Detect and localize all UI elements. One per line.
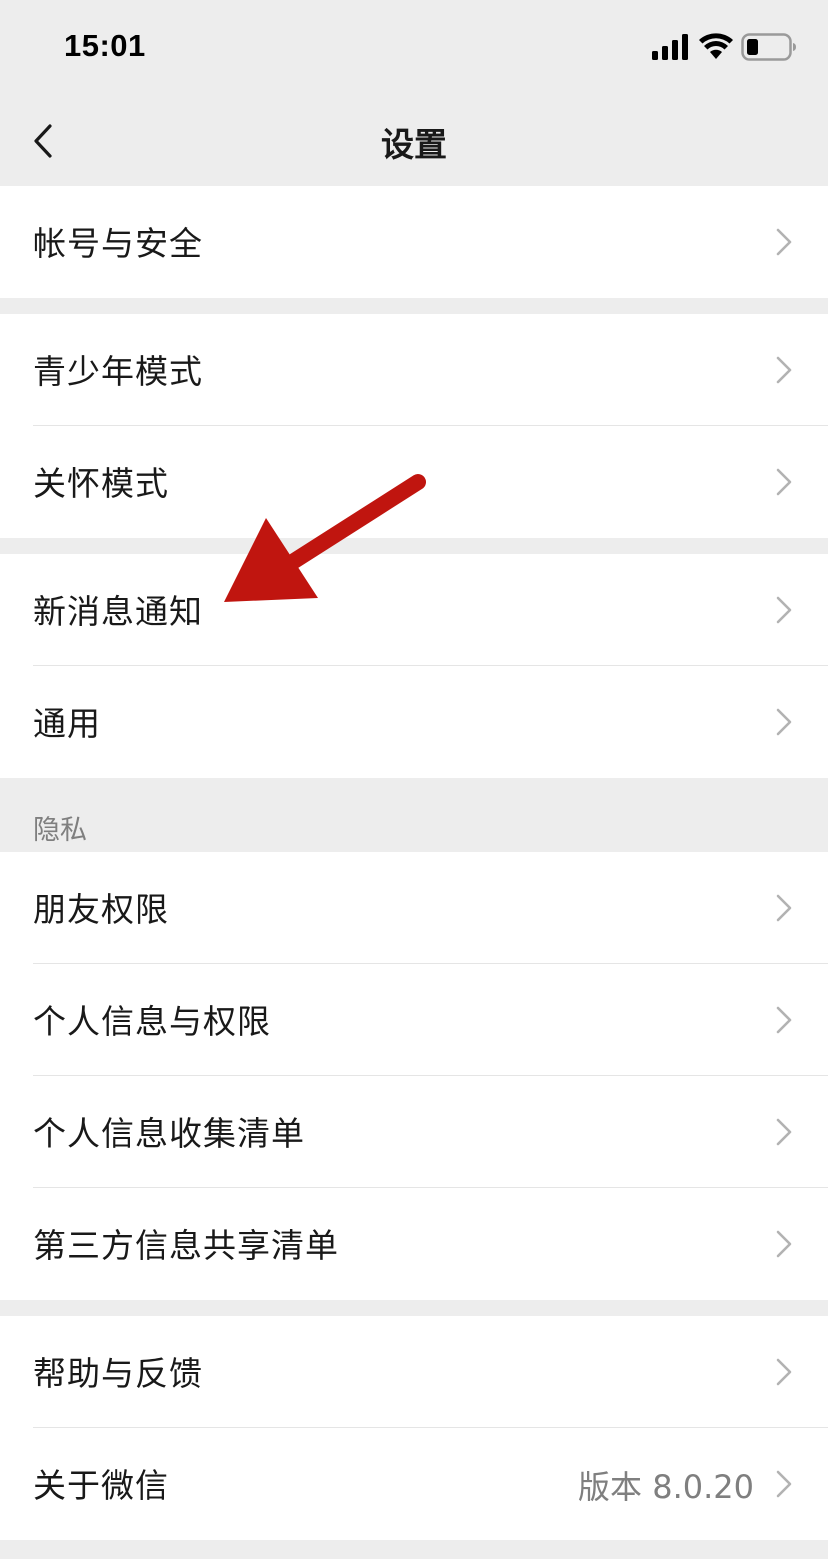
settings-item-new-message-notifications[interactable]: 新消息通知 [0, 554, 828, 666]
settings-item-label: 青少年模式 [33, 352, 203, 391]
settings-item-about-wechat[interactable]: 关于微信 版本 8.0.20 [0, 1428, 828, 1540]
settings-item-personal-info-permissions[interactable]: 个人信息与权限 [0, 964, 828, 1076]
chevron-right-icon [776, 468, 792, 496]
version-value: 版本 8.0.20 [578, 1468, 754, 1506]
navigation-bar: 设置 [0, 96, 828, 186]
settings-item-friend-permissions[interactable]: 朋友权限 [0, 852, 828, 964]
settings-group-modes: 青少年模式 关怀模式 [0, 314, 828, 538]
settings-item-label: 新消息通知 [33, 592, 203, 631]
chevron-right-icon [776, 708, 792, 736]
chevron-right-icon [776, 1358, 792, 1386]
section-header-privacy: 隐私 [33, 815, 87, 846]
settings-screen: 15:01 设置 帐号与安全 青少年模式 关怀模式 新消息通知 通用 隐私 朋友… [0, 0, 828, 1559]
chevron-right-icon [776, 1118, 792, 1146]
chevron-right-icon [776, 1230, 792, 1258]
settings-item-label: 朋友权限 [33, 890, 169, 929]
status-bar: 15:01 [0, 0, 828, 96]
battery-icon [741, 33, 797, 61]
settings-group-general: 新消息通知 通用 [0, 554, 828, 778]
settings-item-care-mode[interactable]: 关怀模式 [0, 426, 828, 538]
settings-item-label: 帐号与安全 [33, 224, 203, 263]
settings-group-account: 帐号与安全 [0, 186, 828, 298]
wifi-icon [699, 33, 733, 59]
chevron-right-icon [776, 894, 792, 922]
settings-item-teen-mode[interactable]: 青少年模式 [0, 314, 828, 426]
chevron-right-icon [776, 356, 792, 384]
settings-item-label: 个人信息收集清单 [33, 1114, 305, 1153]
status-time: 15:01 [64, 28, 146, 63]
page-title: 设置 [381, 125, 447, 164]
chevron-right-icon [776, 596, 792, 624]
settings-item-label: 个人信息与权限 [33, 1002, 271, 1041]
settings-item-account-security[interactable]: 帐号与安全 [0, 186, 828, 298]
settings-item-label: 通用 [33, 704, 101, 743]
settings-item-label: 帮助与反馈 [33, 1354, 203, 1393]
chevron-right-icon [776, 1006, 792, 1034]
settings-item-personal-info-collection-list[interactable]: 个人信息收集清单 [0, 1076, 828, 1188]
settings-item-label: 第三方信息共享清单 [33, 1226, 339, 1265]
signal-icon [652, 34, 688, 60]
chevron-right-icon [776, 228, 792, 256]
settings-item-label: 关怀模式 [33, 464, 169, 503]
settings-item-help-feedback[interactable]: 帮助与反馈 [0, 1316, 828, 1428]
chevron-right-icon [776, 1470, 792, 1498]
settings-group-privacy: 朋友权限 个人信息与权限 个人信息收集清单 第三方信息共享清单 [0, 852, 828, 1300]
settings-item-general[interactable]: 通用 [0, 666, 828, 778]
settings-group-about: 帮助与反馈 关于微信 版本 8.0.20 [0, 1316, 828, 1540]
settings-item-label: 关于微信 [33, 1466, 169, 1505]
settings-item-third-party-sharing-list[interactable]: 第三方信息共享清单 [0, 1188, 828, 1300]
